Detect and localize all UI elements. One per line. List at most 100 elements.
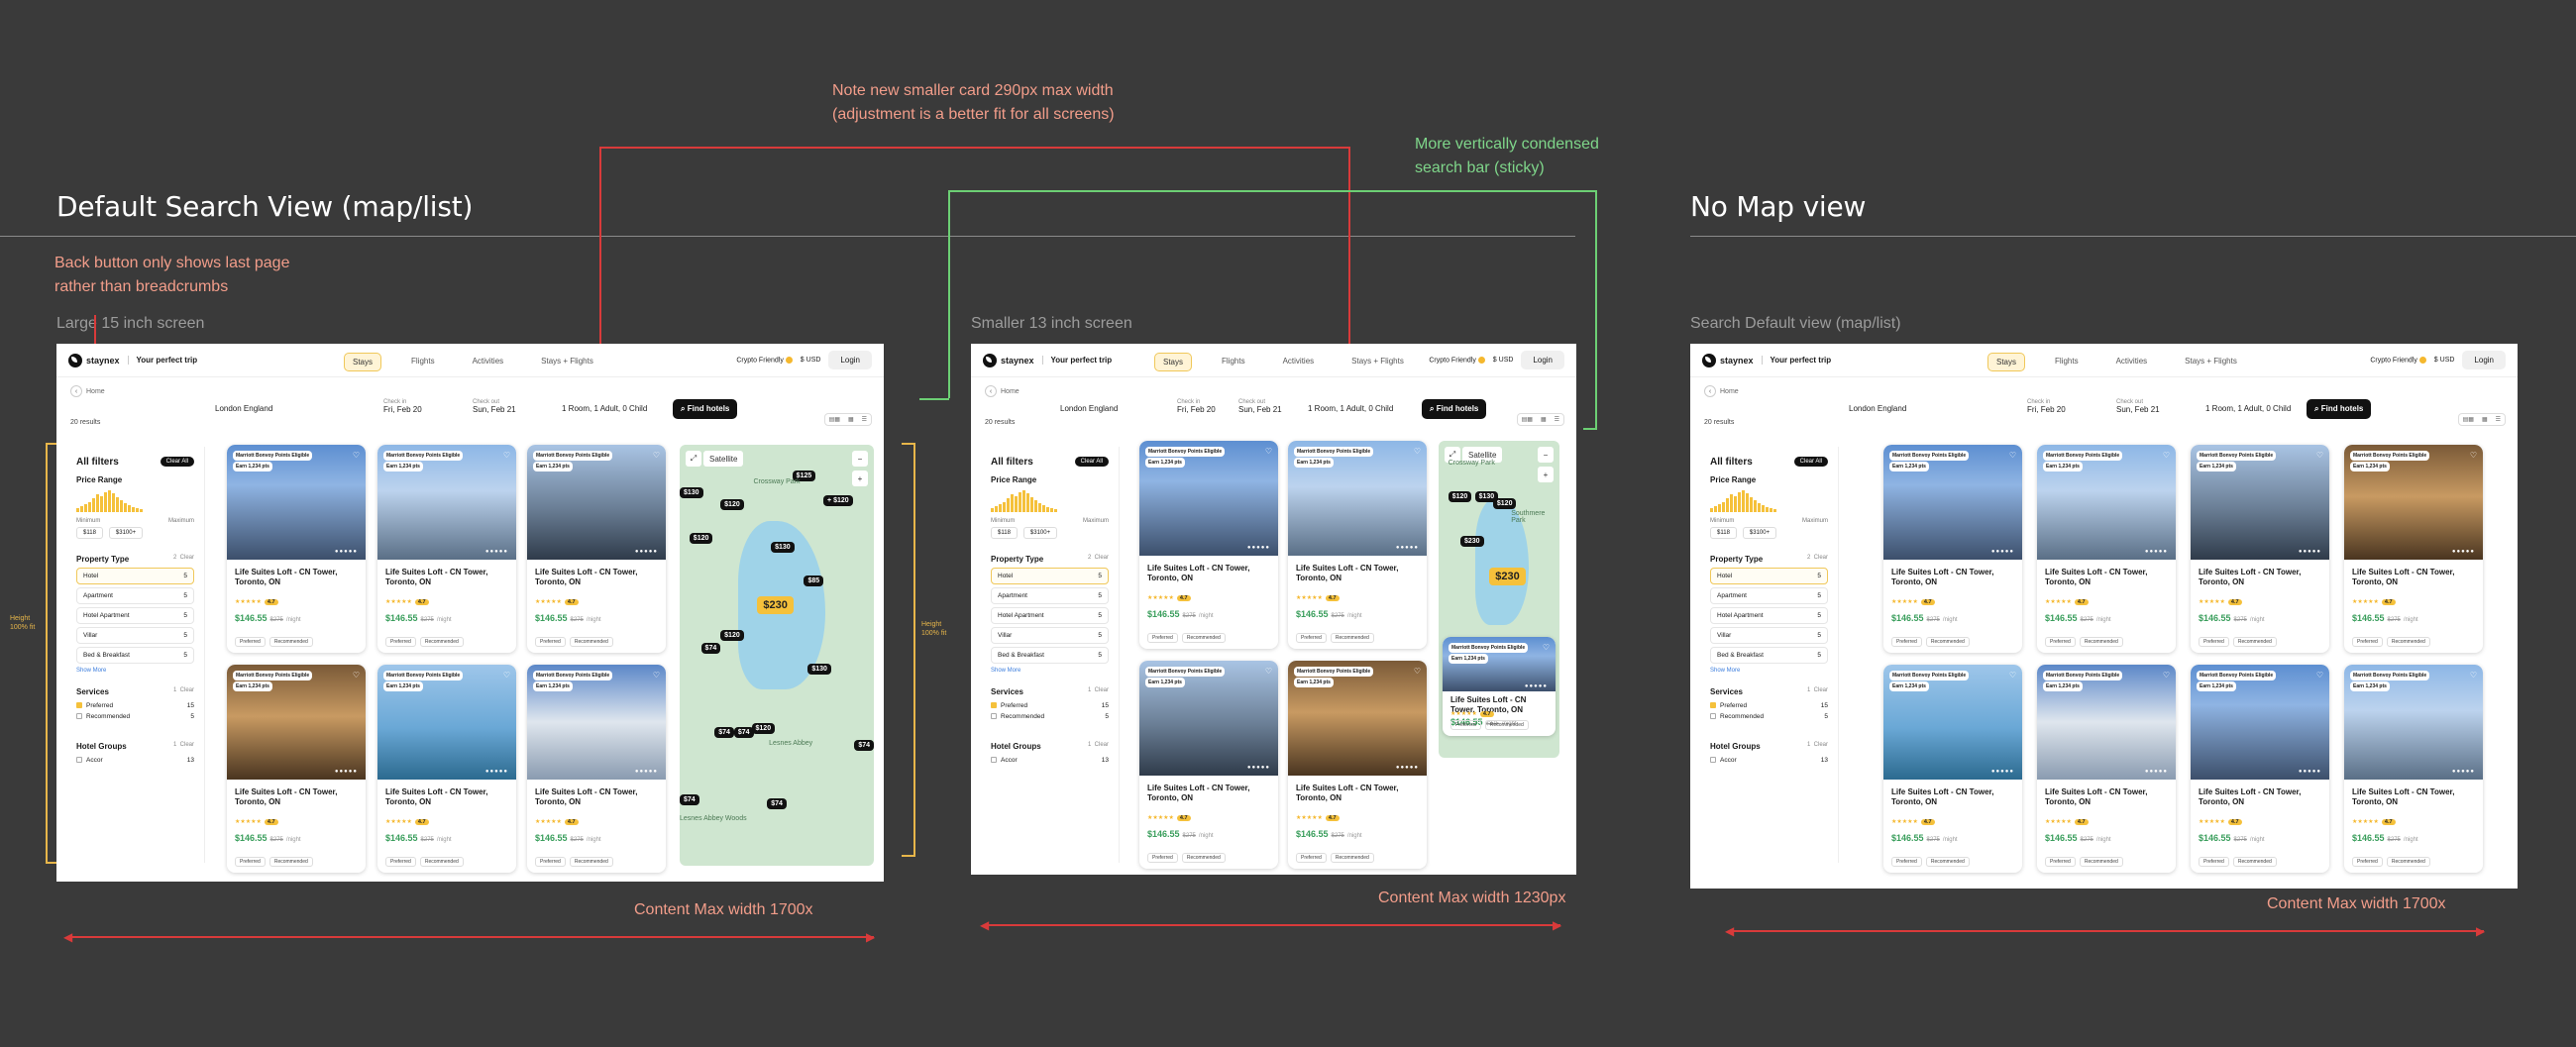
view-toggle[interactable]: ▤▦ ▦ ☰ <box>1516 413 1564 426</box>
property-apartment[interactable]: Apartment 5 <box>76 587 194 604</box>
checkbox-checked-icon[interactable] <box>76 702 82 709</box>
currency-selector[interactable]: $ USD <box>801 357 821 364</box>
checkbox-icon[interactable] <box>1710 713 1716 720</box>
satellite-toggle[interactable]: Satellite <box>703 451 744 467</box>
service-preferred[interactable]: Preferred 15 <box>991 700 1109 711</box>
map-price-pin[interactable]: $120 <box>1492 497 1517 509</box>
list-map-icon[interactable]: ▤▦ <box>2459 414 2478 425</box>
guests-field[interactable]: 1 Room, 1 Adult, 0 Child <box>1308 404 1393 413</box>
map-price-pin[interactable]: $130 <box>807 664 831 675</box>
list-icon[interactable]: ☰ <box>1551 414 1563 425</box>
show-more-link[interactable]: Show More <box>991 668 1109 674</box>
expand-icon[interactable]: ⤢ <box>686 451 701 467</box>
carousel-dots[interactable]: ●●●●● <box>2299 769 2321 775</box>
checkin-field[interactable]: Check in Fri, Feb 20 <box>2027 399 2066 414</box>
map-price-pin[interactable]: $85 <box>804 575 824 586</box>
checkbox-icon[interactable] <box>991 713 997 720</box>
checkbox-icon[interactable] <box>76 713 82 720</box>
brand-logo[interactable]: staynex <box>983 353 1034 367</box>
tab-flights[interactable]: Flights <box>1214 353 1253 371</box>
heart-icon[interactable]: ♡ <box>353 671 360 680</box>
map-price-pin[interactable]: $74 <box>680 793 699 805</box>
checkout-field[interactable]: Check out Sun, Feb 21 <box>1238 399 1282 414</box>
tab-stays-flights[interactable]: Stays + Flights <box>1343 353 1412 371</box>
property-clear[interactable]: 2 Clear <box>173 555 194 561</box>
min-price-input[interactable]: $118 <box>991 527 1018 539</box>
checkin-field[interactable]: Check in Fri, Feb 20 <box>383 399 422 414</box>
hotel-card[interactable]: Marriott Bonvoy Points Eligible Earn 1,2… <box>1288 441 1427 649</box>
property-apartment[interactable]: Apartment 5 <box>1710 587 1828 604</box>
tab-stays[interactable]: Stays <box>344 353 382 371</box>
hotel-card[interactable]: Marriott Bonvoy Points Eligible Earn 1,2… <box>1443 637 1556 737</box>
heart-icon[interactable]: ♡ <box>653 671 660 680</box>
property-clear[interactable]: 2 Clear <box>1088 555 1109 561</box>
services-clear[interactable]: 1 Clear <box>173 687 194 693</box>
tab-activities[interactable]: Activities <box>465 353 512 371</box>
map-view[interactable]: Satellite ⤢ − + $130 $120 $120 $230 $230 Crossway… <box>1439 441 1559 758</box>
list-map-icon[interactable]: ▤▦ <box>1518 414 1537 425</box>
heart-icon[interactable]: ♡ <box>1265 447 1272 456</box>
min-price-input[interactable]: $118 <box>76 527 103 539</box>
min-price-input[interactable]: $118 <box>1710 527 1737 539</box>
price-histogram[interactable] <box>76 490 194 512</box>
hotel-card[interactable]: Marriott Bonvoy Points Eligible Earn 1,2… <box>1139 661 1278 869</box>
map-price-pin[interactable]: $74 <box>714 726 734 738</box>
location-field[interactable]: London England <box>1849 404 1906 413</box>
property-hotel[interactable]: Hotel 5 <box>991 568 1109 584</box>
hotel-title[interactable]: Life Suites Loft - CN Tower, Toronto, ON <box>1296 564 1419 583</box>
carousel-dots[interactable]: ●●●●● <box>485 549 508 555</box>
hotel-title[interactable]: Life Suites Loft - CN Tower, Toronto, ON <box>2352 787 2475 807</box>
zoom-in-icon[interactable]: + <box>1538 467 1554 482</box>
hotel-title[interactable]: Life Suites Loft - CN Tower, Toronto, ON <box>535 787 658 807</box>
carousel-dots[interactable]: ●●●●● <box>1396 765 1419 771</box>
list-map-icon[interactable]: ▤▦ <box>825 414 844 425</box>
brand-logo[interactable]: staynex <box>68 353 120 367</box>
heart-icon[interactable]: ♡ <box>1543 643 1550 652</box>
currency-selector[interactable]: $ USD <box>1493 357 1514 364</box>
hotel-title[interactable]: Life Suites Loft - CN Tower, Toronto, ON <box>235 787 358 807</box>
price-histogram[interactable] <box>991 490 1109 512</box>
hotel-card[interactable]: Marriott Bonvoy Points Eligible Earn 1,2… <box>2344 445 2483 653</box>
zoom-out-icon[interactable]: − <box>1538 447 1554 463</box>
property-villar[interactable]: Villar 5 <box>76 627 194 644</box>
hotel-card[interactable]: Marriott Bonvoy Points Eligible Earn 1,2… <box>2191 445 2329 653</box>
property-hotel[interactable]: Hotel 5 <box>1710 568 1828 584</box>
clear-all-button[interactable]: Clear All <box>160 457 194 467</box>
zoom-out-icon[interactable]: − <box>852 451 868 467</box>
services-clear[interactable]: 1 Clear <box>1088 687 1109 693</box>
find-hotels-button[interactable]: ⌕ Find hotels <box>673 399 738 419</box>
hotel-card[interactable]: Marriott Bonvoy Points Eligible Earn 1,2… <box>1883 665 2022 873</box>
hotel-title[interactable]: Life Suites Loft - CN Tower, Toronto, ON <box>1147 784 1270 803</box>
heart-icon[interactable]: ♡ <box>2009 451 2016 460</box>
service-preferred[interactable]: Preferred 15 <box>76 700 194 711</box>
checkin-field[interactable]: Check in Fri, Feb 20 <box>1177 399 1216 414</box>
hotel-groups-clear[interactable]: 1 Clear <box>1088 742 1109 748</box>
services-clear[interactable]: 1 Clear <box>1807 687 1828 693</box>
property-hotel-apartment[interactable]: Hotel Apartment 5 <box>76 607 194 624</box>
hotel-title[interactable]: Life Suites Loft - CN Tower, Toronto, ON <box>2045 568 2168 587</box>
heart-icon[interactable]: ♡ <box>2316 671 2323 680</box>
carousel-dots[interactable]: ●●●●● <box>335 769 358 775</box>
hotel-card[interactable]: Marriott Bonvoy Points Eligible Earn 1,2… <box>1883 445 2022 653</box>
zoom-in-icon[interactable]: + <box>852 471 868 486</box>
find-hotels-button[interactable]: ⌕ Find hotels <box>2307 399 2372 419</box>
service-recommended[interactable]: Recommended 5 <box>76 711 194 722</box>
heart-icon[interactable]: ♡ <box>1414 447 1421 456</box>
hotel-title[interactable]: Life Suites Loft - CN Tower, Toronto, ON <box>2199 568 2321 587</box>
grid-icon[interactable]: ▦ <box>1537 414 1551 425</box>
map-price-pin[interactable]: $120 <box>689 533 713 545</box>
price-histogram[interactable] <box>1710 490 1828 512</box>
view-toggle[interactable]: ▤▦ ▦ ☰ <box>823 413 872 426</box>
hotel-group-accor[interactable]: Accor 13 <box>991 755 1109 766</box>
hotel-title[interactable]: Life Suites Loft - CN Tower, Toronto, ON <box>1891 568 2014 587</box>
heart-icon[interactable]: ♡ <box>2163 451 2170 460</box>
location-field[interactable]: London England <box>1060 404 1118 413</box>
map-price-pin[interactable]: $130 <box>771 541 795 553</box>
carousel-dots[interactable]: ●●●●● <box>1991 769 2014 775</box>
carousel-dots[interactable]: ●●●●● <box>1247 765 1270 771</box>
guests-field[interactable]: 1 Room, 1 Adult, 0 Child <box>562 404 647 413</box>
heart-icon[interactable]: ♡ <box>2316 451 2323 460</box>
property-villar[interactable]: Villar 5 <box>1710 627 1828 644</box>
back-button[interactable]: ‹ Home <box>1704 385 1739 397</box>
clear-all-button[interactable]: Clear All <box>1074 457 1109 467</box>
